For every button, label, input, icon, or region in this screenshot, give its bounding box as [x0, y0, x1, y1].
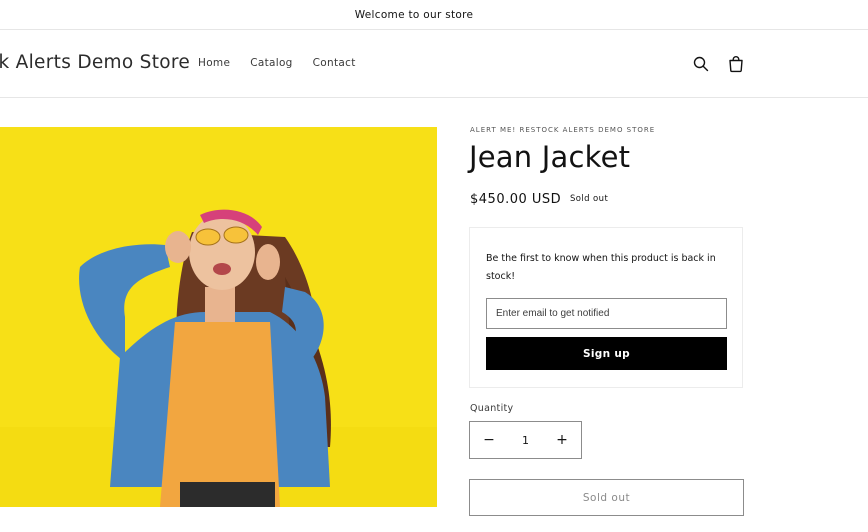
- cart-icon-glyph: [729, 56, 743, 73]
- search-icon[interactable]: [690, 53, 712, 75]
- product-image[interactable]: [0, 127, 437, 507]
- email-field[interactable]: [486, 298, 727, 329]
- sign-up-button[interactable]: Sign up: [486, 337, 727, 370]
- quantity-stepper: − 1 +: [469, 421, 582, 459]
- search-icon-glyph: [693, 56, 709, 72]
- sold-out-button[interactable]: Sold out: [469, 479, 744, 516]
- product-title: Jean Jacket: [469, 140, 631, 174]
- nav-catalog[interactable]: Catalog: [250, 57, 292, 69]
- restock-alert-text: Be the first to know when this product i…: [486, 253, 716, 282]
- product-photo-illustration: [0, 127, 437, 507]
- product-price: $450.00 USD: [470, 192, 562, 207]
- nav-home[interactable]: Home: [198, 57, 230, 69]
- cart-icon[interactable]: [725, 53, 747, 75]
- quantity-decrease-button[interactable]: −: [470, 422, 508, 458]
- quantity-increase-button[interactable]: +: [543, 422, 581, 458]
- restock-alert-form: Be the first to know when this product i…: [469, 227, 743, 388]
- quantity-value[interactable]: 1: [522, 434, 529, 447]
- site-header: ck Alerts Demo Store Home Catalog Contac…: [0, 30, 868, 98]
- sold-out-badge: Sold out: [570, 194, 609, 204]
- nav-contact[interactable]: Contact: [313, 57, 356, 69]
- announcement-bar: Welcome to our store: [0, 0, 868, 30]
- quantity-label: Quantity: [470, 403, 514, 414]
- main-nav: Home Catalog Contact: [198, 57, 376, 69]
- product-vendor: ALERT ME! RESTOCK ALERTS DEMO STORE: [470, 126, 656, 134]
- store-logo[interactable]: ck Alerts Demo Store: [0, 52, 190, 73]
- announcement-text: Welcome to our store: [354, 8, 474, 21]
